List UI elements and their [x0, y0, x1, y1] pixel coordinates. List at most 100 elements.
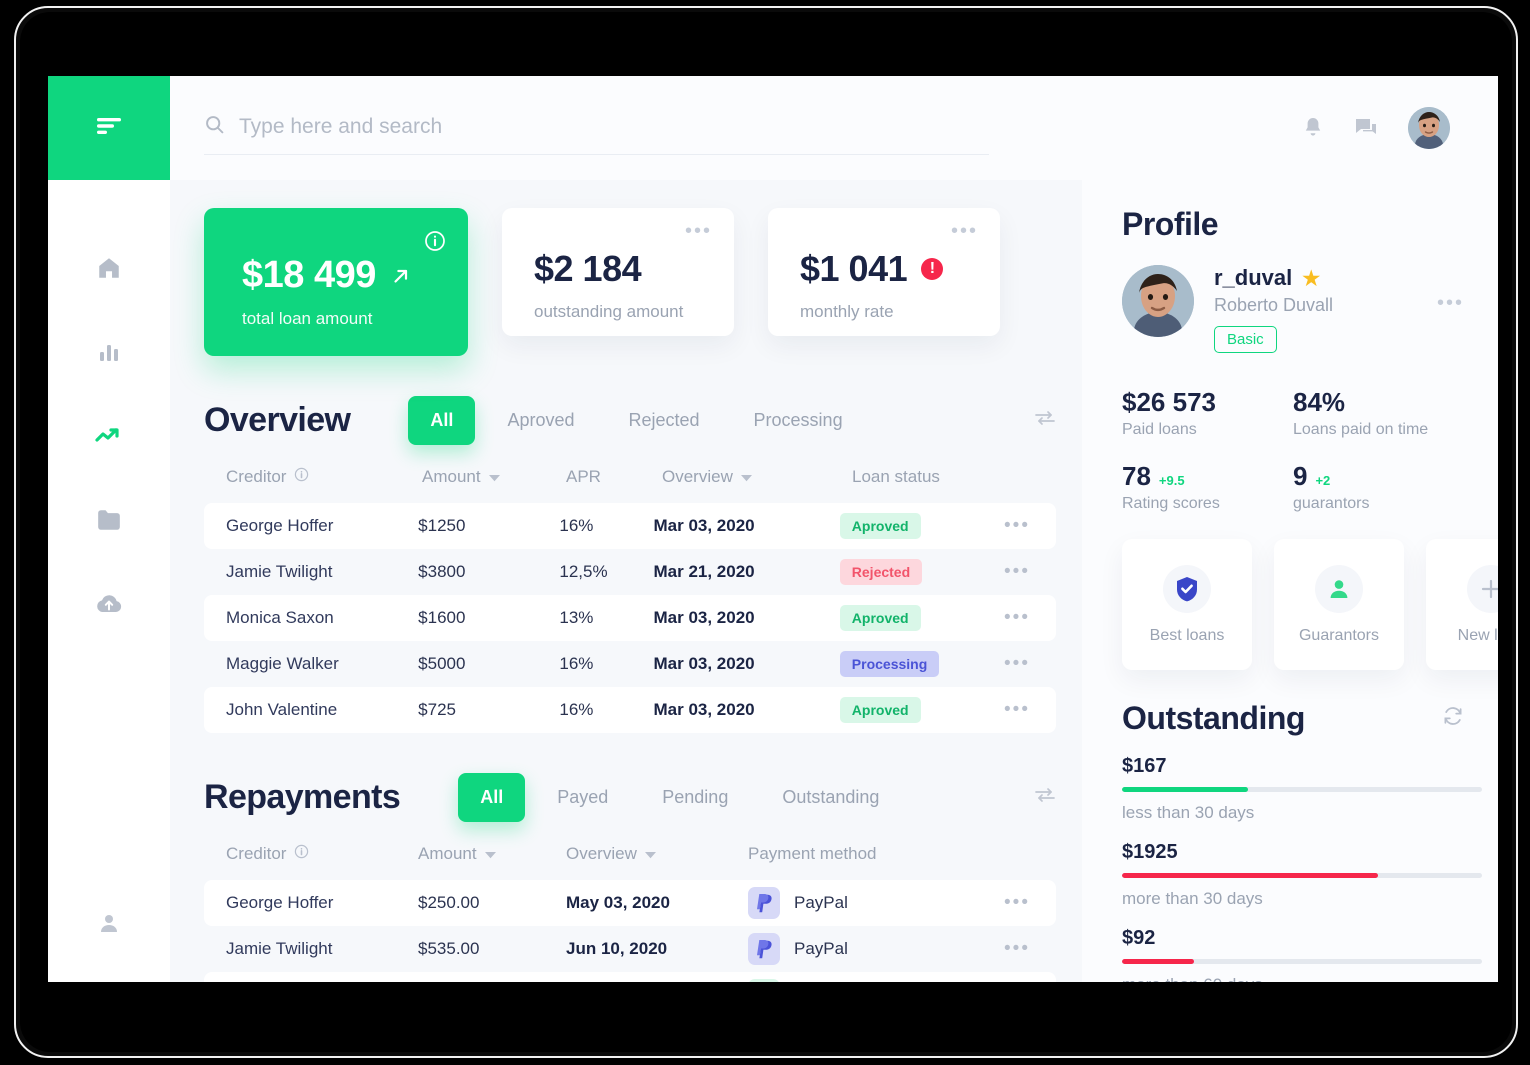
search-input[interactable] [239, 114, 989, 139]
bell-icon[interactable] [1302, 116, 1324, 140]
stat-card-outstanding[interactable]: ••• $2 184 outstanding amount [502, 208, 734, 336]
tab-repayments-outstanding[interactable]: Outstanding [760, 773, 901, 822]
sidebar-item-loans[interactable] [48, 394, 170, 478]
column-header-amount[interactable]: Amount [418, 844, 566, 864]
row-menu-icon[interactable]: ••• [1004, 939, 1030, 958]
action-card-new-loan[interactable]: New loan [1426, 539, 1498, 670]
tab-repayments-all[interactable]: All [458, 773, 526, 822]
table-row[interactable]: George Hoffer $250.00 May 03, 2020 PayPa… [204, 880, 1056, 926]
cell-status: Aproved [839, 513, 987, 539]
plus-icon [1467, 564, 1498, 613]
cell-amount: $1600 [418, 608, 466, 627]
stat-amount: $2 184 [534, 248, 642, 289]
tab-overview-approved[interactable]: Aproved [485, 396, 596, 445]
table-row[interactable]: John Valentine $725 16% Mar 03, 2020 Apr… [204, 687, 1056, 733]
plan-badge[interactable]: Basic [1214, 326, 1277, 353]
column-header-overview[interactable]: Overview [566, 844, 748, 864]
column-header-creditor[interactable]: Creditor [226, 844, 418, 864]
kpi-value: $26 573 [1122, 387, 1216, 417]
info-icon[interactable] [294, 844, 309, 864]
outstanding-amount: $92 [1122, 927, 1156, 949]
row-menu-icon[interactable]: ••• [1004, 562, 1030, 581]
tab-overview-rejected[interactable]: Rejected [606, 396, 721, 445]
sort-swap-icon[interactable] [1034, 409, 1056, 432]
column-header-payment-method[interactable]: Payment method [748, 844, 934, 864]
sidebar-item-upload[interactable] [48, 562, 170, 646]
table-row[interactable]: Jamie Twilight $3800 12,5% Mar 21, 2020 … [204, 549, 1056, 595]
tab-overview-all[interactable]: All [408, 396, 476, 445]
cell-menu: ••• [987, 608, 1030, 627]
stat-label: total loan amount [242, 309, 373, 328]
table-row[interactable]: Maggie Walker $5000 16% Mar 03, 2020 Pro… [204, 641, 1056, 687]
kpi-guarantors: 9 +2 guarantors [1293, 461, 1464, 513]
profile-header: r_duval ★ Roberto Duvall Basic ••• [1122, 265, 1464, 353]
cell-apr: 16% [559, 654, 594, 673]
action-card-best-loans[interactable]: Best loans [1122, 539, 1252, 670]
main-column: $18 499 total loan amount ••• [170, 76, 1498, 982]
content-split: $18 499 total loan amount ••• $2 184 out… [170, 180, 1498, 982]
stat-card-total-loan[interactable]: $18 499 total loan amount [204, 208, 468, 356]
tab-repayments-payed[interactable]: Payed [535, 773, 630, 822]
sidebar-item-files[interactable] [48, 478, 170, 562]
chat-icon[interactable] [1354, 117, 1378, 139]
stat-card-monthly-rate[interactable]: ••• $1 041 ! monthly rate [768, 208, 1000, 336]
table-row[interactable]: Monica Saxon $320.00 Jun 10, 2020 [204, 972, 1056, 982]
search-icon [204, 114, 225, 140]
cell-menu: ••• [986, 939, 1030, 958]
cell-creditor: John Valentine [226, 700, 338, 719]
folder-icon [96, 508, 122, 532]
cell-status: Processing [839, 651, 987, 677]
row-menu-icon[interactable]: ••• [1004, 516, 1030, 535]
sidebar [48, 76, 170, 982]
column-header-creditor[interactable]: Creditor [226, 467, 422, 487]
column-header-amount[interactable]: Amount [422, 467, 566, 487]
repayments-table: Creditor Amount Overview Payment method … [204, 844, 1082, 982]
payment-method-label: PayPal [794, 893, 848, 912]
row-menu-icon[interactable]: ••• [1004, 654, 1030, 673]
sidebar-item-analytics[interactable] [48, 310, 170, 394]
table-row[interactable]: Jamie Twilight $535.00 Jun 10, 2020 PayP… [204, 926, 1056, 972]
column-header-loan-status[interactable]: Loan status [852, 467, 1002, 487]
sidebar-item-account[interactable] [48, 911, 170, 940]
overview-tabs: All Aproved Rejected Processing [408, 396, 864, 445]
row-menu-icon[interactable]: ••• [1004, 893, 1030, 912]
panel-title-profile: Profile [1122, 206, 1219, 242]
paypal-icon [748, 933, 780, 965]
status-badge: Aproved [839, 697, 921, 723]
kpi-paid-loans: $26 573 Paid loans [1122, 387, 1293, 439]
refresh-icon[interactable] [1442, 705, 1464, 732]
row-menu-icon[interactable]: ••• [1004, 608, 1030, 627]
table-row[interactable]: George Hoffer $1250 16% Mar 03, 2020 Apr… [204, 503, 1056, 549]
profile-avatar[interactable] [1122, 265, 1194, 337]
row-menu-icon[interactable]: ••• [1004, 700, 1030, 719]
home-icon [96, 255, 122, 281]
cell-payment-method: Credit Card [748, 979, 934, 982]
sort-swap-icon[interactable] [1034, 786, 1056, 809]
cell-creditor: George Hoffer [226, 516, 334, 535]
sidebar-logo-button[interactable] [48, 76, 170, 180]
progress-fill [1122, 787, 1248, 792]
quick-actions: Best loans Guarantors New l [1122, 539, 1498, 670]
tab-repayments-pending[interactable]: Pending [640, 773, 750, 822]
kpi-label: guarantors [1293, 495, 1370, 512]
hamburger-menu-icon [94, 116, 124, 141]
info-icon[interactable] [424, 230, 446, 257]
cell-status: Aproved [839, 697, 987, 723]
info-icon[interactable] [294, 467, 309, 487]
status-badge: Aproved [839, 513, 921, 539]
action-card-guarantors[interactable]: Guarantors [1274, 539, 1404, 670]
card-menu-icon[interactable]: ••• [685, 221, 712, 241]
column-header-apr[interactable]: APR [566, 467, 662, 487]
sidebar-item-home[interactable] [48, 226, 170, 310]
cell-date: Mar 03, 2020 [653, 608, 755, 627]
column-header-overview[interactable]: Overview [662, 467, 852, 487]
device-frame: $18 499 total loan amount ••• [14, 6, 1518, 1058]
search-bar[interactable] [204, 114, 989, 155]
avatar[interactable] [1408, 107, 1450, 149]
profile-menu-icon[interactable]: ••• [1437, 293, 1464, 313]
table-row[interactable]: Monica Saxon $1600 13% Mar 03, 2020 Apro… [204, 595, 1056, 641]
progress-fill [1122, 959, 1194, 964]
card-menu-icon[interactable]: ••• [951, 221, 978, 241]
table-header-row: Creditor Amount [204, 844, 1056, 880]
tab-overview-processing[interactable]: Processing [732, 396, 865, 445]
